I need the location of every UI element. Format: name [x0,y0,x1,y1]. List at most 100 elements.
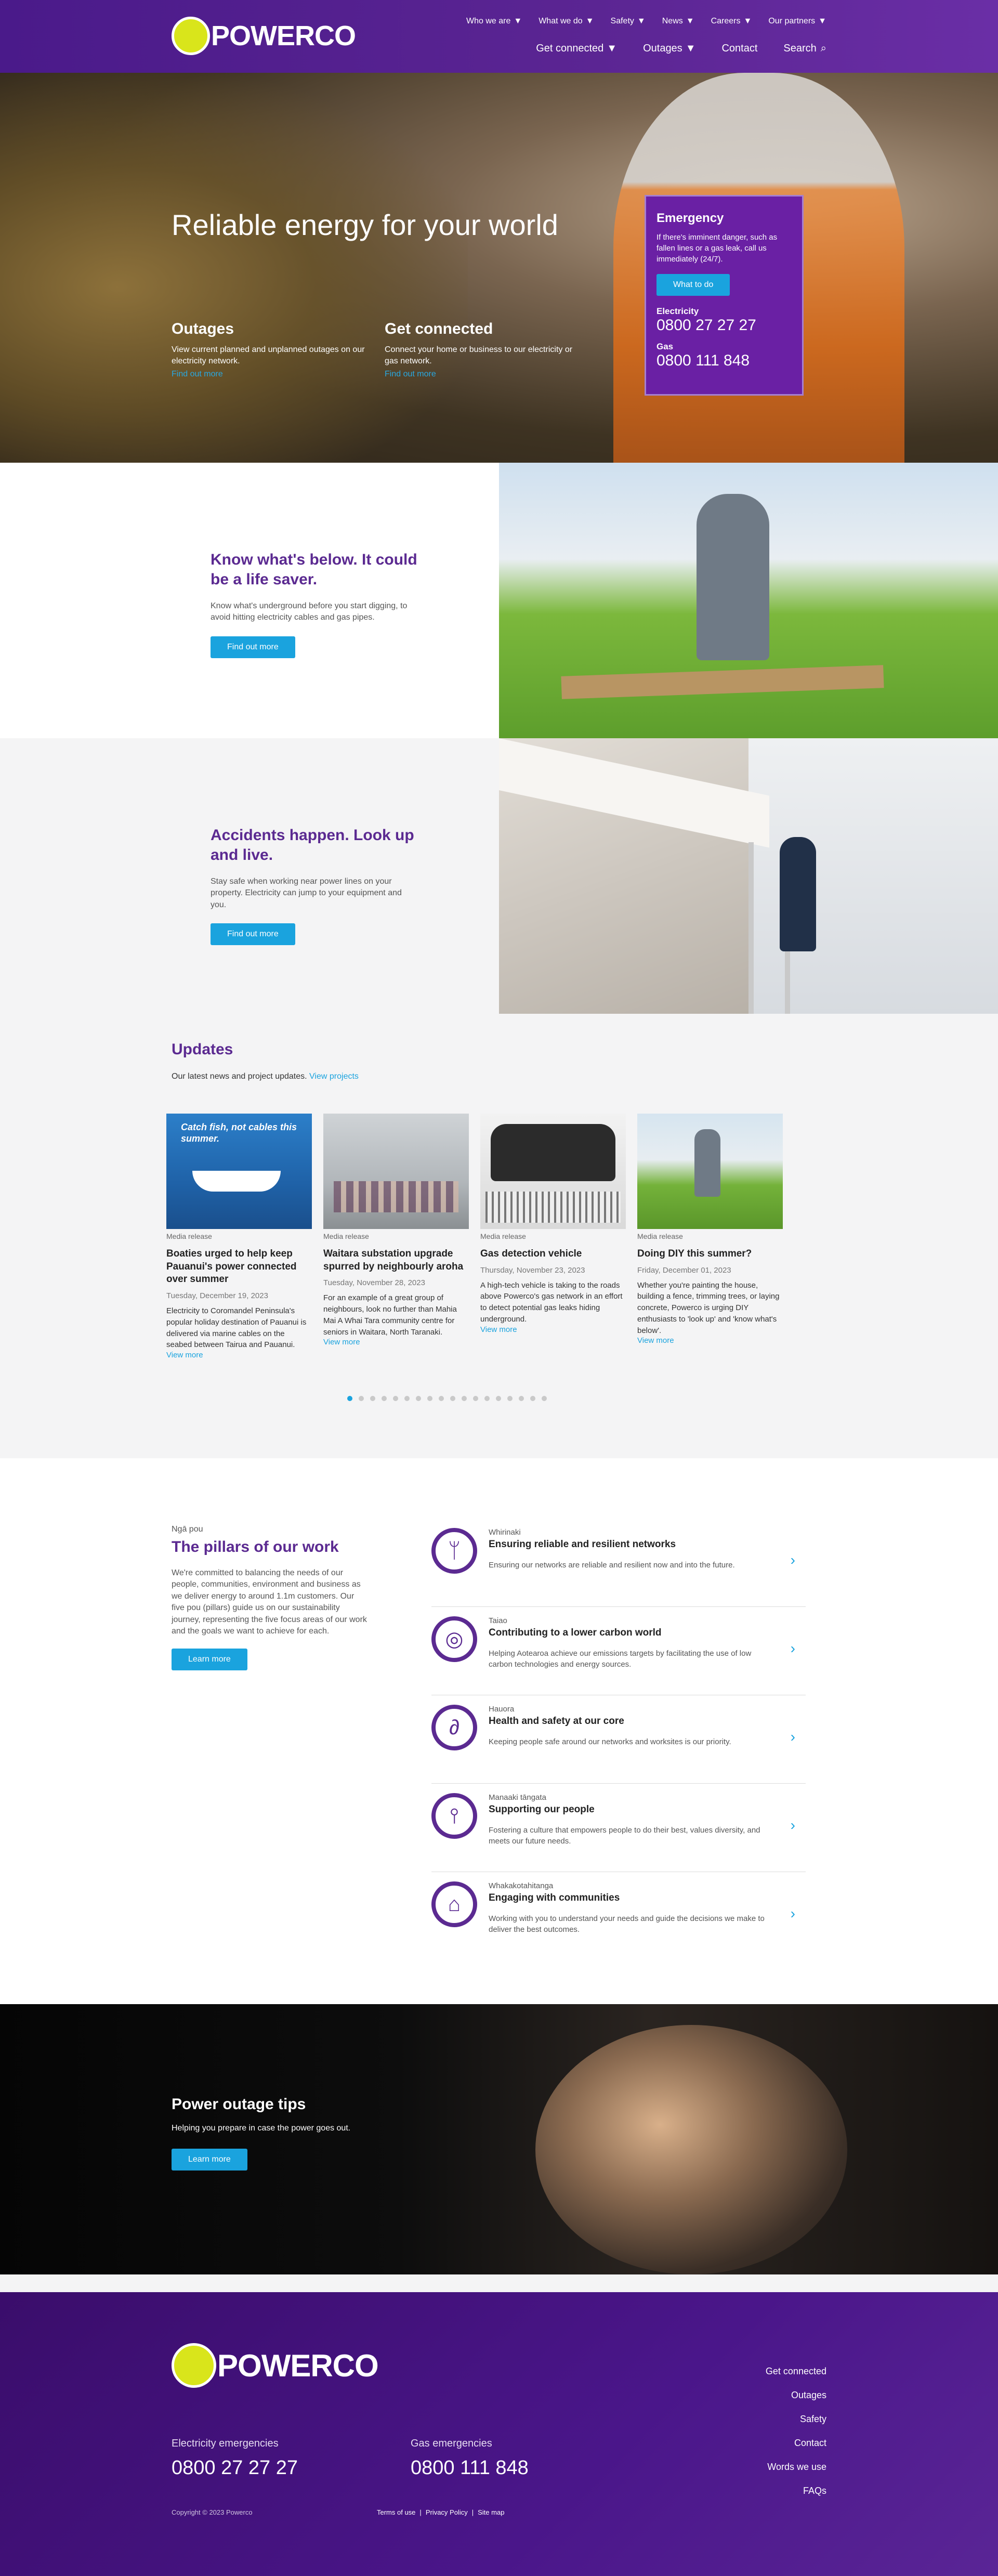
nav-careers[interactable]: Careers ▼ [711,17,752,26]
nav-our-partners[interactable]: Our partners ▼ [768,17,826,26]
nav-outages[interactable]: Outages ▼ [643,43,695,55]
news-date: Tuesday, November 28, 2023 [323,1278,425,1288]
carousel-dot[interactable] [462,1396,467,1402]
pillars-description: We're committed to balancing the needs o… [172,1568,367,1636]
footer-link-outages[interactable]: Outages [766,2390,826,2401]
view-more-link[interactable]: View more [637,1336,783,1345]
pillars-section: Ngā pou The pillars of our work We're co… [0,1458,998,2004]
site-footer: POWERCO Electricity emergencies 0800 27 … [0,2292,998,2576]
footer-gas: Gas emergencies 0800 111 848 [411,2438,529,2479]
privacy-policy-link[interactable]: Privacy Policy [426,2508,468,2516]
carousel-dot[interactable] [542,1396,547,1402]
footer-link-faqs[interactable]: FAQs [766,2486,826,2496]
carousel-dot[interactable] [427,1396,432,1402]
powerco-logo[interactable]: POWERCO [172,2343,379,2388]
powerco-logo[interactable]: POWERCO [172,17,356,55]
carousel-dot[interactable] [450,1396,455,1402]
feature-know-whats-below: Know what's below. It could be a life sa… [0,463,998,738]
pillar-maori-name: Manaaki tāngata [489,1793,546,1802]
view-projects-link[interactable]: View projects [309,1072,359,1081]
pillar-item[interactable]: ◎ Taiao Contributing to a lower carbon w… [431,1607,806,1695]
carousel-dot[interactable] [359,1396,364,1402]
gas-emergency-number[interactable]: 0800 111 848 [411,2457,529,2479]
carousel-dot[interactable] [382,1396,387,1402]
nav-safety[interactable]: Safety ▼ [611,17,646,26]
chevron-right-icon[interactable]: › [791,1729,795,1745]
carousel-dot[interactable] [484,1396,490,1402]
view-more-link[interactable]: View more [323,1338,469,1346]
carousel-dot[interactable] [519,1396,524,1402]
gas-number[interactable]: 0800 111 848 [656,352,792,370]
news-card[interactable]: Catch fish, not cables this summer. Medi… [166,1114,312,1359]
news-category: Media release [637,1232,683,1240]
carbon-pillar-icon: ◎ [431,1616,477,1662]
news-title[interactable]: Boaties urged to help keep Pauanui's pow… [166,1248,312,1286]
thumbnail-caption: Catch fish, not cables this summer. [181,1122,297,1144]
nav-news[interactable]: News ▼ [662,17,694,26]
carousel-dot[interactable] [404,1396,410,1402]
news-card[interactable]: Media release Doing DIY this summer? Fri… [637,1114,783,1359]
pillar-maori-name: Whakakotahitanga [489,1881,554,1890]
carousel-dot[interactable] [507,1396,513,1402]
carousel-dot[interactable] [347,1396,352,1402]
pillar-item[interactable]: ᛘ Whirinaki Ensuring reliable and resili… [431,1519,806,1607]
learn-more-button[interactable]: Learn more [172,2149,247,2170]
outages-link[interactable]: Find out more [172,370,369,379]
news-card[interactable]: Media release Waitara substation upgrade… [323,1114,469,1359]
feature-text: Know what's below. It could be a life sa… [0,463,499,738]
terms-of-use-link[interactable]: Terms of use [377,2508,415,2516]
pillar-item[interactable]: ∂ Hauora Health and safety at our core K… [431,1695,806,1784]
find-out-more-button[interactable]: Find out more [211,923,295,946]
view-more-link[interactable]: View more [166,1351,312,1359]
emergency-panel: Emergency If there's imminent danger, su… [645,195,804,396]
chevron-right-icon[interactable]: › [791,1905,795,1922]
carousel-dot[interactable] [496,1396,501,1402]
view-more-link[interactable]: View more [480,1325,626,1334]
chevron-right-icon[interactable]: › [791,1552,795,1568]
nav-contact[interactable]: Contact [721,43,757,55]
carousel-dot[interactable] [370,1396,375,1402]
logo-circle-icon [172,2343,216,2388]
footer-link-get-connected[interactable]: Get connected [766,2366,826,2377]
pillars-eyebrow: Ngā pou [172,1525,203,1534]
electricity-number[interactable]: 0800 27 27 27 [656,317,792,334]
nav-who-we-are[interactable]: Who we are ▼ [466,17,522,26]
chevron-right-icon[interactable]: › [791,1640,795,1657]
news-title[interactable]: Gas detection vehicle [480,1248,626,1261]
footer-link-words-we-use[interactable]: Words we use [766,2462,826,2473]
chevron-down-icon: ▼ [685,43,696,54]
nav-get-connected[interactable]: Get connected ▼ [536,43,617,55]
chevron-down-icon: ▼ [585,17,594,25]
pillar-item[interactable]: ⌂ Whakakotahitanga Engaging with communi… [431,1872,806,1960]
pillar-item[interactable]: ⫯ Manaaki tāngata Supporting our people … [431,1784,806,1872]
carousel-dot[interactable] [416,1396,421,1402]
power-outage-tips-banner: Power outage tips Helping you prepare in… [0,2004,998,2274]
news-card[interactable]: Media release Gas detection vehicle Thur… [480,1114,626,1359]
footer-link-contact[interactable]: Contact [766,2438,826,2449]
carousel-dot[interactable] [393,1396,398,1402]
carousel-dot[interactable] [473,1396,478,1402]
news-date: Friday, December 01, 2023 [637,1265,731,1275]
pillar-title: Contributing to a lower carbon world [489,1627,662,1638]
nav-search[interactable]: Search ⌕ [783,43,826,55]
footer-link-safety[interactable]: Safety [766,2414,826,2425]
site-map-link[interactable]: Site map [478,2508,504,2516]
carousel-dot[interactable] [439,1396,444,1402]
what-to-do-button[interactable]: What to do [656,274,730,296]
news-title[interactable]: Waitara substation upgrade spurred by ne… [323,1248,469,1273]
electricity-emergency-number[interactable]: 0800 27 27 27 [172,2457,298,2479]
chevron-down-icon: ▼ [818,17,826,25]
carousel-dot[interactable] [530,1396,535,1402]
feature-text: Accidents happen. Look up and live. Stay… [0,738,499,1014]
learn-more-button[interactable]: Learn more [172,1649,247,1671]
news-carousel: Catch fish, not cables this summer. Medi… [166,1114,826,1359]
news-title[interactable]: Doing DIY this summer? [637,1248,783,1261]
network-pillar-icon: ᛘ [431,1528,477,1574]
nav-what-we-do[interactable]: What we do ▼ [539,17,594,26]
get-connected-heading: Get connected [385,320,493,337]
get-connected-link[interactable]: Find out more [385,370,582,379]
find-out-more-button[interactable]: Find out more [211,636,295,658]
chevron-right-icon[interactable]: › [791,1817,795,1834]
pillar-text: Ensuring our networks are reliable and r… [489,1561,735,1570]
news-category: Media release [323,1232,369,1240]
